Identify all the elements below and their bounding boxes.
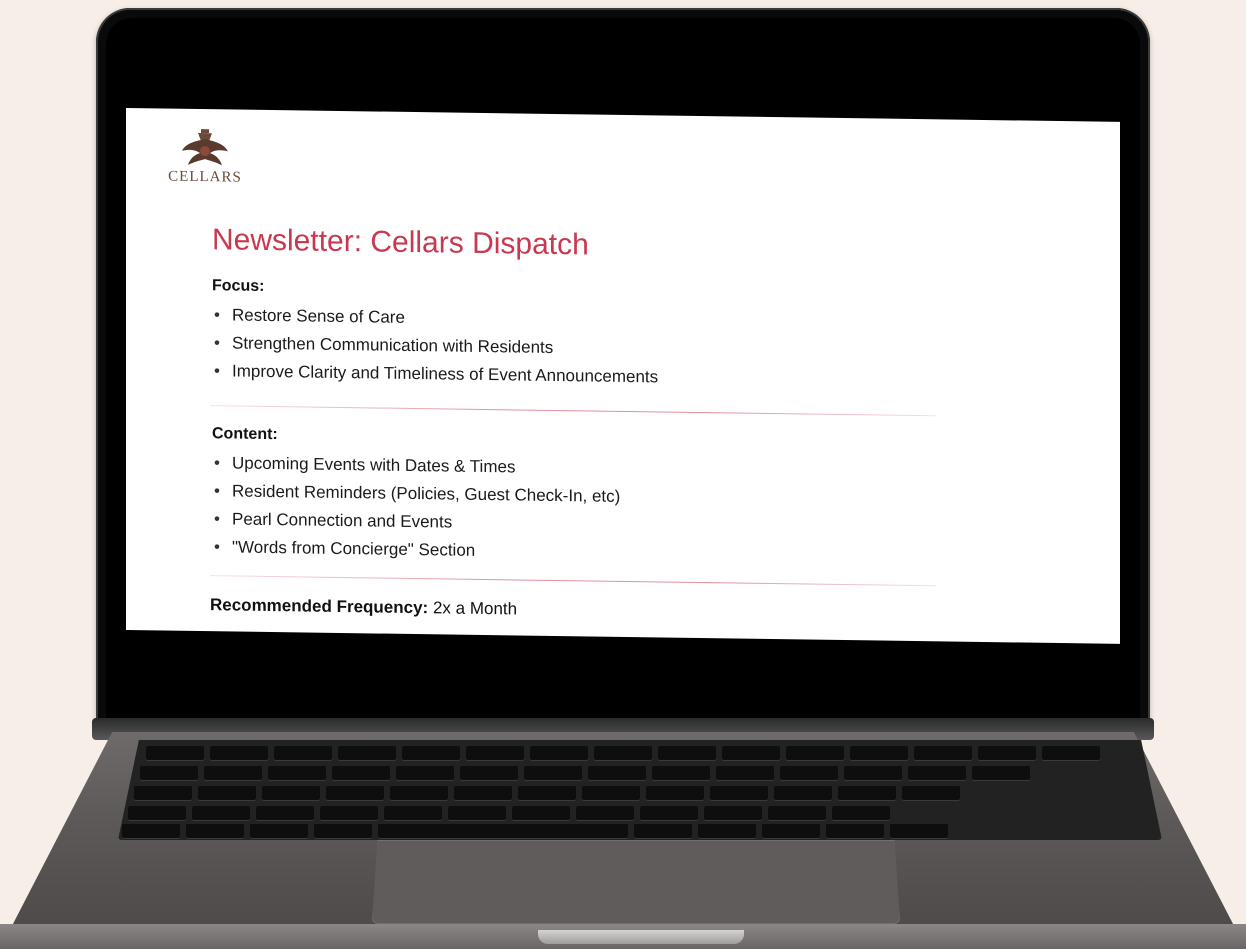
keyboard-key [466, 746, 524, 760]
keyboard-key [396, 766, 454, 780]
keyboard-key [448, 806, 506, 820]
section-divider [210, 575, 936, 587]
recommended-frequency: Recommended Frequency: 2x a Month [210, 595, 517, 619]
cellars-crest-icon [182, 129, 228, 166]
keyboard-key [844, 766, 902, 780]
keyboard-key [902, 786, 960, 800]
keyboard-key [524, 766, 582, 780]
keyboard-row [128, 806, 890, 820]
keyboard-key [192, 806, 250, 820]
keyboard-key [186, 824, 244, 838]
keyboard-key [140, 766, 198, 780]
keyboard-key [378, 824, 628, 838]
frequency-label: Recommended Frequency: [210, 595, 429, 618]
content-list: Upcoming Events with Dates & Times Resid… [212, 449, 620, 567]
keyboard-key [320, 806, 378, 820]
keyboard-key [210, 746, 268, 760]
keyboard-key [460, 766, 518, 780]
keyboard-key [698, 824, 756, 838]
keyboard-key [832, 806, 890, 820]
keyboard-key [634, 824, 692, 838]
keyboard-row [122, 824, 948, 838]
keyboard-key [326, 786, 384, 800]
keyboard-key [332, 766, 390, 780]
keyboard-key [512, 806, 570, 820]
keyboard-key [762, 824, 820, 838]
focus-heading: Focus: [212, 277, 265, 295]
keyboard-key [314, 824, 372, 838]
keyboard-key [658, 746, 716, 760]
focus-list: Restore Sense of Care Strengthen Communi… [212, 301, 658, 391]
cellars-logo: CELLARS [164, 129, 246, 190]
section-divider [210, 405, 936, 417]
slide-title: Newsletter: Cellars Dispatch [212, 223, 589, 262]
keyboard-key [908, 766, 966, 780]
keyboard-key [972, 766, 1030, 780]
keyboard-key [786, 746, 844, 760]
keyboard-key [256, 806, 314, 820]
presentation-slide: CELLARS Newsletter: Cellars Dispatch Foc… [126, 108, 1120, 644]
keyboard-key [274, 746, 332, 760]
keyboard-key [838, 786, 896, 800]
keyboard-key [640, 806, 698, 820]
keyboard-key [780, 766, 838, 780]
keyboard-key [268, 766, 326, 780]
keyboard-key [594, 746, 652, 760]
keyboard-key [530, 746, 588, 760]
keyboard-key [128, 806, 186, 820]
keyboard-key [198, 786, 256, 800]
keyboard-row [134, 786, 960, 800]
keyboard-key [774, 786, 832, 800]
content-item: "Words from Concierge" Section [212, 533, 620, 567]
keyboard-key [716, 766, 774, 780]
keyboard-key [722, 746, 780, 760]
keyboard-key [1042, 746, 1100, 760]
laptop-notch [538, 930, 744, 944]
keyboard-key [768, 806, 826, 820]
keyboard-key [204, 766, 262, 780]
keyboard-key [652, 766, 710, 780]
keyboard-key [250, 824, 308, 838]
keyboard-key [122, 824, 180, 838]
keyboard-key [850, 746, 908, 760]
keyboard-key [978, 746, 1036, 760]
keyboard-key [384, 806, 442, 820]
keyboard-key [582, 786, 640, 800]
keyboard-row [146, 746, 1100, 760]
keyboard-key [704, 806, 762, 820]
keyboard-key [390, 786, 448, 800]
keyboard-key [826, 824, 884, 838]
trackpad [372, 840, 900, 924]
keyboard-key [262, 786, 320, 800]
focus-section: Focus: Restore Sense of Care Strengthen … [212, 277, 658, 391]
content-heading: Content: [212, 425, 278, 444]
content-section: Content: Upcoming Events with Dates & Ti… [212, 425, 620, 567]
keyboard-row [140, 766, 1030, 780]
keyboard [118, 740, 1162, 840]
keyboard-key [890, 824, 948, 838]
frequency-value: 2x a Month [432, 598, 518, 619]
logo-wordmark: CELLARS [168, 168, 242, 186]
keyboard-key [134, 786, 192, 800]
keyboard-key [588, 766, 646, 780]
keyboard-key [646, 786, 704, 800]
keyboard-key [338, 746, 396, 760]
keyboard-key [576, 806, 634, 820]
keyboard-key [146, 746, 204, 760]
keyboard-key [914, 746, 972, 760]
keyboard-key [710, 786, 768, 800]
keyboard-key [518, 786, 576, 800]
keyboard-key [402, 746, 460, 760]
keyboard-key [454, 786, 512, 800]
focus-item: Improve Clarity and Timeliness of Event … [212, 357, 658, 391]
